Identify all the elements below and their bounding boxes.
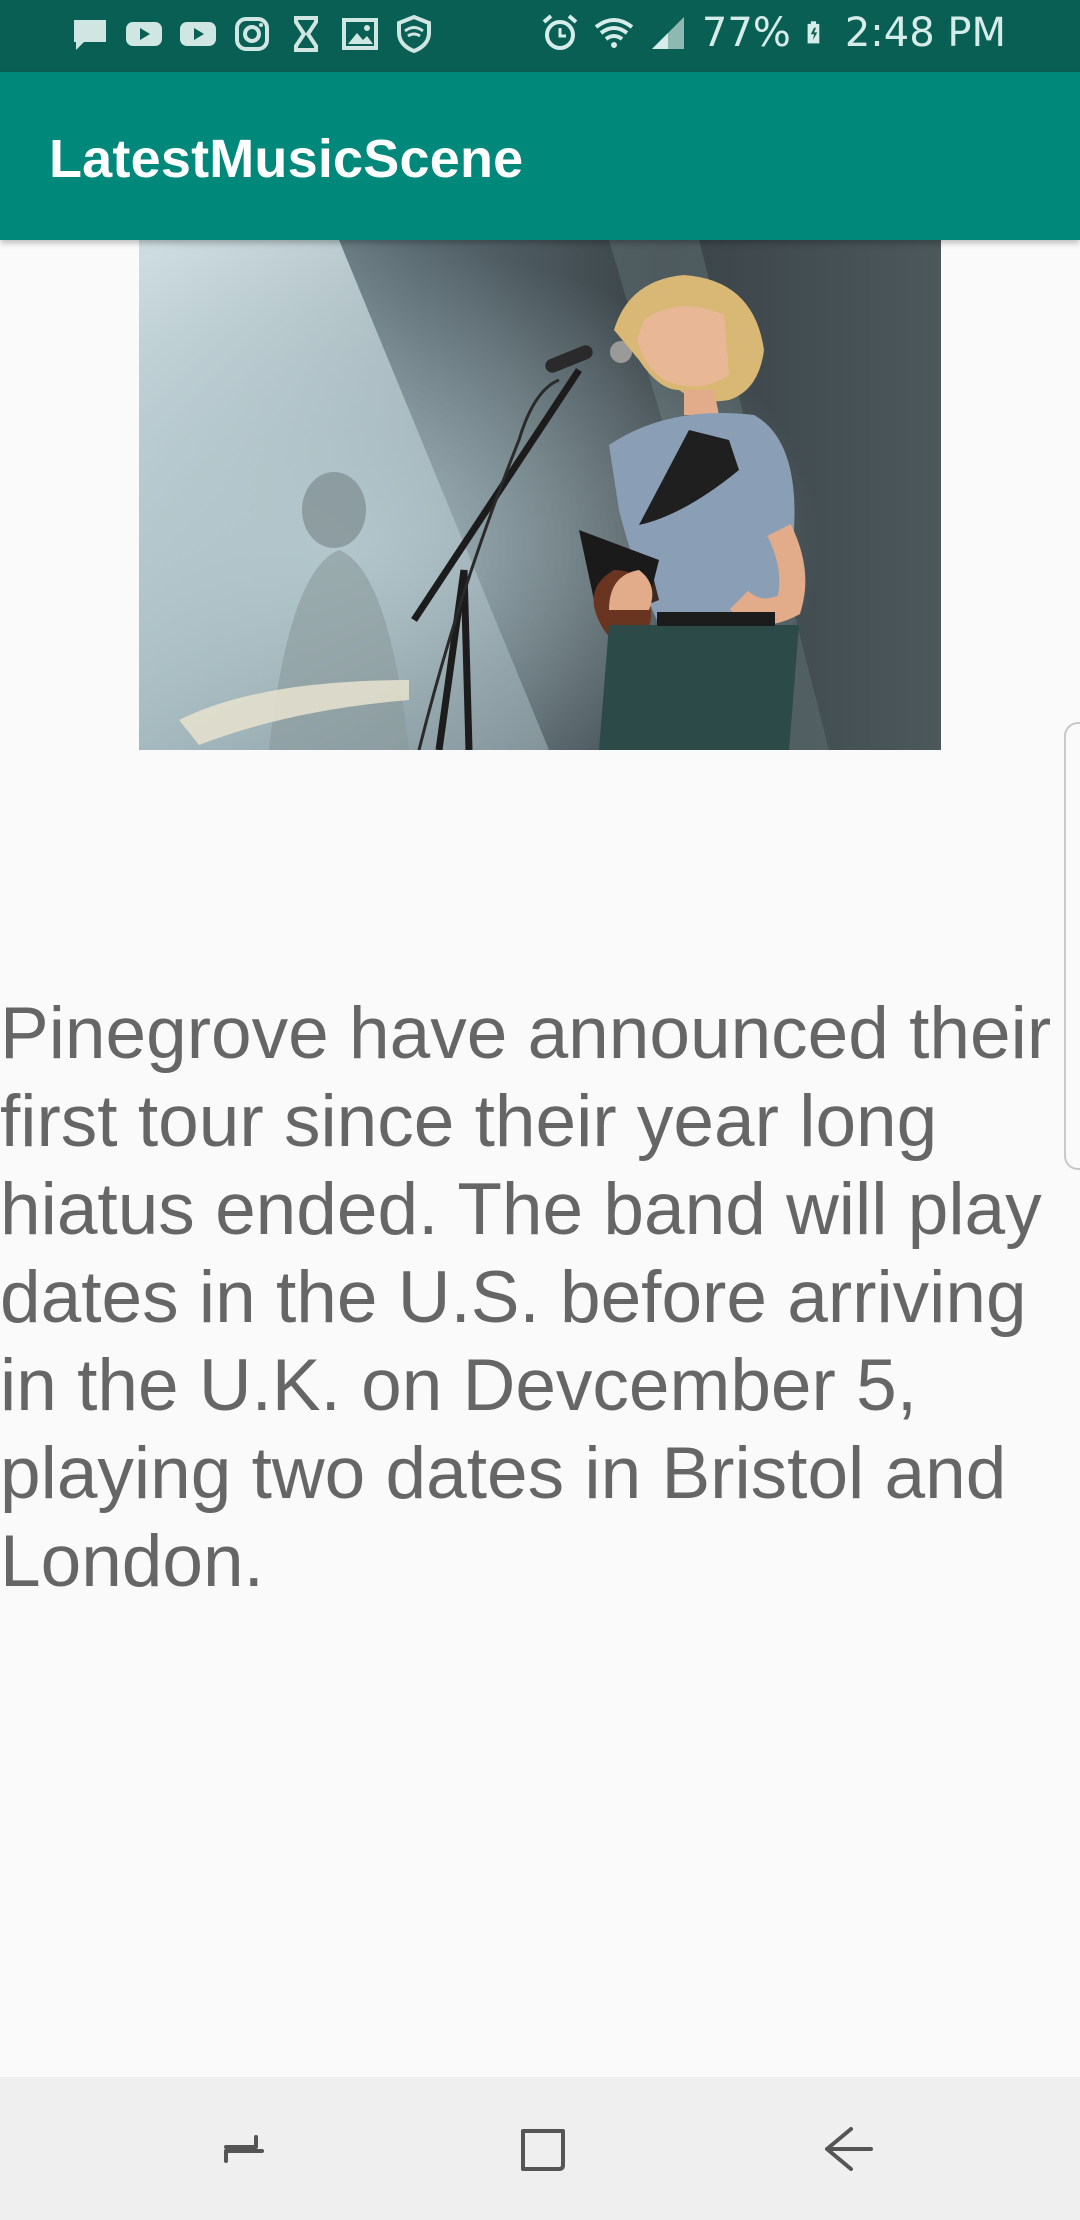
status-bar: 77% 2:48 PM — [0, 0, 1080, 72]
gallery-icon — [342, 18, 378, 50]
app-title: LatestMusicScene — [49, 129, 524, 189]
vpn-shield-icon — [397, 14, 431, 54]
recents-icon[interactable] — [212, 2117, 276, 2181]
battery-icon — [807, 21, 820, 44]
hourglass-icon — [294, 16, 318, 52]
instagram-icon — [235, 17, 269, 51]
youtube-icon — [126, 22, 162, 46]
signal-icon — [651, 17, 684, 49]
article-body: Pinegrove have announced their first tou… — [0, 993, 1052, 1602]
home-icon[interactable] — [513, 2117, 577, 2181]
back-icon[interactable] — [815, 2117, 879, 2181]
edge-panel-handle[interactable] — [1064, 722, 1080, 1170]
system-status: 77% 2:48 PM — [540, 10, 1006, 56]
app-bar: LatestMusicScene — [0, 72, 1080, 240]
navigation-bar — [0, 2077, 1080, 2220]
youtube-icon — [180, 22, 216, 46]
clock-time: 2:48 PM — [844, 10, 1006, 56]
wifi-icon — [594, 18, 634, 48]
concert-photo — [139, 240, 941, 750]
message-icon — [74, 20, 106, 50]
battery-percent: 77% — [701, 10, 791, 56]
alarm-icon — [542, 14, 578, 50]
notification-icons — [70, 14, 434, 54]
